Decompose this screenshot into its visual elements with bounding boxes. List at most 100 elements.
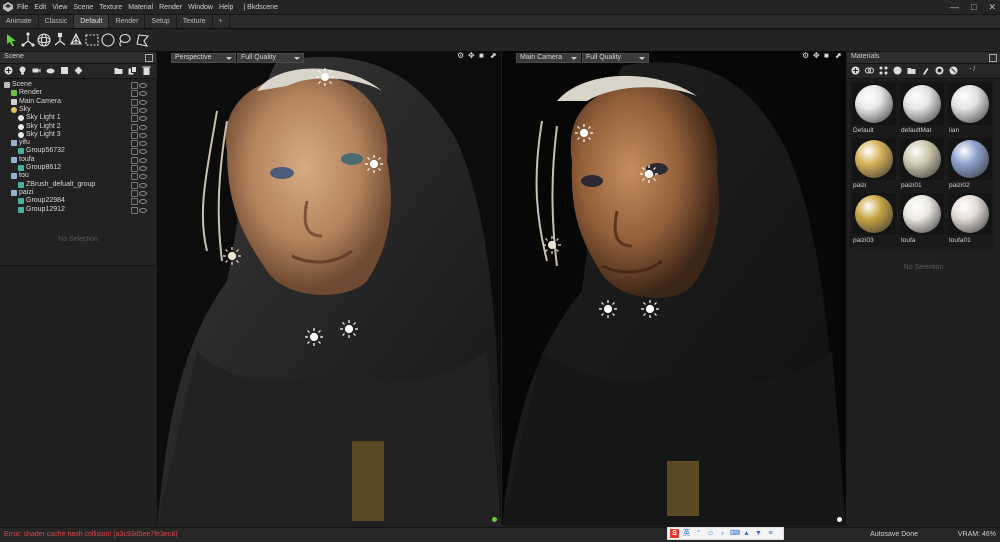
light-gizmo-icon[interactable] (364, 154, 384, 174)
lock-icon[interactable] (131, 173, 138, 181)
move-view-icon[interactable]: ✥ (813, 52, 820, 60)
paint-icon[interactable] (921, 66, 930, 75)
select-tool-icon[interactable] (4, 32, 20, 48)
camera-dropdown[interactable]: Perspective (171, 53, 236, 63)
camera-viewport[interactable]: Main Camera Full Quality ⚙ ✥ ■ ⬈ (502, 51, 846, 526)
gear-icon[interactable]: ⚙ (457, 52, 464, 60)
tree-item[interactable]: Scene (0, 81, 150, 89)
material-swatch[interactable]: toufa01 (947, 193, 993, 245)
lock-icon[interactable] (131, 156, 138, 164)
tree-item[interactable]: yifu (0, 139, 150, 148)
visibility-icon[interactable] (139, 149, 147, 155)
popout-icon[interactable] (989, 54, 997, 62)
add-camera-icon[interactable] (32, 66, 41, 75)
menu-material[interactable]: Material (128, 4, 153, 11)
close-button[interactable]: ✕ (988, 2, 996, 13)
visibility-icon[interactable] (139, 174, 147, 180)
lock-icon[interactable] (131, 198, 138, 206)
material-swatch[interactable]: lian (947, 83, 993, 135)
ime-punctuation-icon[interactable]: ° (694, 529, 703, 538)
tree-item[interactable]: Sky Light 1 (0, 114, 150, 123)
lock-icon[interactable] (131, 189, 138, 197)
lock-icon[interactable] (131, 123, 138, 131)
menu-scene[interactable]: Scene (73, 4, 93, 11)
menu-file[interactable]: File (17, 4, 28, 11)
visibility-icon[interactable] (139, 190, 147, 196)
lock-icon[interactable] (131, 206, 138, 214)
visibility-icon[interactable] (139, 99, 147, 105)
tab-classic[interactable]: Classic (38, 15, 75, 28)
gear-icon[interactable]: ⚙ (802, 52, 809, 60)
menu-view[interactable]: View (52, 4, 67, 11)
material-network-icon[interactable] (879, 66, 888, 75)
material-swatch[interactable]: toufa (899, 193, 945, 245)
tree-item[interactable]: Sky Light 2 (0, 123, 150, 131)
polygon-select-icon[interactable] (134, 32, 150, 48)
visibility-icon[interactable] (139, 182, 147, 188)
maximize-view-icon[interactable]: ■ (824, 52, 831, 60)
tree-item[interactable]: Group22984 (0, 197, 150, 206)
add-material-icon[interactable] (851, 66, 860, 75)
tree-item[interactable]: tou (0, 172, 150, 181)
duplicate-icon[interactable] (128, 66, 137, 75)
tree-item[interactable]: Main Camera (0, 98, 150, 106)
tree-item[interactable]: Sky (0, 106, 150, 114)
tree-item[interactable]: ZBrush_defualt_group (0, 181, 150, 189)
menu-help[interactable]: Help (219, 4, 233, 11)
ime-shirt-icon[interactable]: ▼ (754, 529, 763, 538)
tab-render[interactable]: Render (109, 15, 146, 28)
tree-item[interactable]: Sky Light 3 (0, 131, 150, 139)
add-shape-icon[interactable] (74, 66, 83, 75)
tree-item[interactable]: Render (0, 89, 150, 98)
quality-dropdown[interactable]: Full Quality (582, 53, 649, 63)
lock-icon[interactable] (131, 165, 138, 172)
minimize-button[interactable]: — (950, 2, 959, 12)
visibility-icon[interactable] (139, 124, 147, 130)
perspective-viewport[interactable]: Perspective Full Quality ⚙ ✥ ■ ⬈ (157, 51, 501, 526)
light-gizmo-icon[interactable] (639, 164, 659, 184)
lock-icon[interactable] (131, 90, 138, 98)
add-light-icon[interactable] (18, 66, 27, 75)
popout-view-icon[interactable]: ⬈ (490, 52, 497, 60)
lock-icon[interactable] (131, 82, 138, 89)
visibility-icon[interactable] (139, 166, 147, 171)
ime-language-icon[interactable]: 英 (682, 529, 691, 538)
light-gizmo-icon[interactable] (598, 299, 618, 319)
material-swatch[interactable]: paizi03 (851, 193, 897, 245)
light-gizmo-icon[interactable] (304, 327, 324, 347)
lock-icon[interactable] (131, 131, 138, 139)
lock-icon[interactable] (131, 140, 138, 148)
add-group-icon[interactable] (60, 66, 69, 75)
delete-material-icon[interactable] (949, 66, 958, 75)
ime-emoji-icon[interactable]: ☺ (706, 529, 715, 538)
lock-icon[interactable] (131, 106, 138, 114)
rotate-tool-icon[interactable] (36, 32, 52, 48)
material-swatch[interactable]: paizi02 (947, 138, 993, 190)
folder-icon[interactable] (114, 66, 123, 75)
tree-item[interactable]: Group12912 (0, 206, 150, 214)
lock-icon[interactable] (131, 148, 138, 156)
maximize-button[interactable]: □ (971, 2, 976, 12)
add-sky-icon[interactable] (46, 66, 55, 75)
menu-render[interactable]: Render (159, 4, 182, 11)
visibility-icon[interactable] (139, 107, 147, 113)
ime-menu-icon[interactable]: ≡ (766, 529, 775, 538)
move-view-icon[interactable]: ✥ (468, 52, 475, 60)
pivot-tool-icon[interactable] (68, 32, 84, 48)
light-gizmo-icon[interactable] (640, 299, 660, 319)
visibility-icon[interactable] (139, 157, 147, 163)
maximize-view-icon[interactable]: ■ (479, 52, 486, 60)
lasso-select-icon[interactable] (116, 32, 132, 48)
tree-item[interactable]: toufa (0, 156, 150, 164)
light-gizmo-icon[interactable] (315, 67, 335, 87)
tab-default[interactable]: Default (74, 15, 110, 28)
delete-icon[interactable] (142, 66, 151, 75)
popout-view-icon[interactable]: ⬈ (835, 52, 842, 60)
light-gizmo-icon[interactable] (542, 235, 562, 255)
tab-setup[interactable]: Setup (145, 15, 177, 28)
popout-icon[interactable] (145, 54, 153, 62)
tab-texture[interactable]: Texture (176, 15, 213, 28)
material-swatch[interactable]: defaultMat (899, 83, 945, 135)
light-gizmo-icon[interactable] (222, 246, 242, 266)
ime-logo-icon[interactable]: S (670, 529, 679, 538)
